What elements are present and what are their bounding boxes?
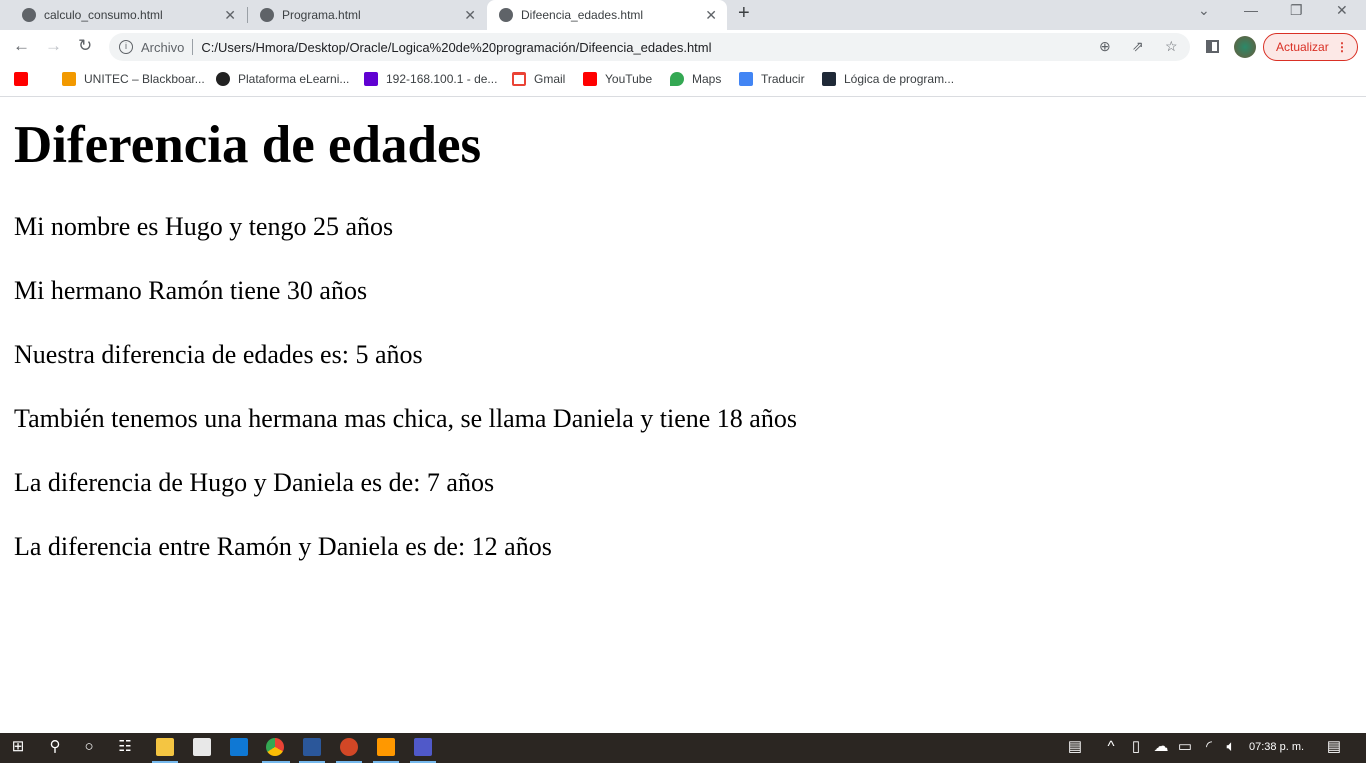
tab-difeencia-edades[interactable]: Difeencia_edades.html ✕ <box>487 0 727 30</box>
bookmark-label: 192-168.100.1 - de... <box>386 72 498 86</box>
close-tab-icon[interactable]: ✕ <box>705 7 717 24</box>
bookmark-router[interactable]: 192-168.100.1 - de... <box>364 72 497 86</box>
pencil-icon <box>62 72 76 86</box>
battery-icon[interactable]: ▭ <box>1176 738 1194 756</box>
bookmark-gmail[interactable]: Gmail <box>512 72 565 86</box>
tab-title: Difeencia_edades.html <box>521 8 644 22</box>
paragraph: Mi hermano Ramón tiene 30 años <box>14 276 368 305</box>
volume-icon[interactable]: 🔈︎ <box>1222 738 1240 756</box>
bookmark-label: Traducir <box>761 72 805 86</box>
cortana-icon[interactable]: ○ <box>80 738 98 756</box>
windows-start-icon[interactable]: ⊞ <box>9 738 27 756</box>
minimize-button[interactable]: — <box>1244 2 1258 18</box>
store-icon[interactable] <box>193 738 211 756</box>
chevron-up-icon[interactable]: ^ <box>1102 738 1120 756</box>
paragraph: Nuestra diferencia de edades es: 5 años <box>14 340 423 369</box>
divider <box>192 39 194 55</box>
globe-icon <box>216 72 230 86</box>
globe-icon <box>499 8 513 22</box>
reload-button[interactable]: ↻ <box>78 36 92 56</box>
notifications-icon[interactable]: ▤ <box>1325 738 1343 756</box>
close-window-button[interactable]: ✕ <box>1336 2 1348 19</box>
youtube-icon <box>14 72 28 86</box>
bookmark-label: Gmail <box>534 72 566 86</box>
close-tab-icon[interactable]: ✕ <box>224 7 236 24</box>
globe-icon <box>260 8 274 22</box>
gmail-icon <box>512 72 526 86</box>
news-widget-icon[interactable]: ▤ <box>1064 738 1086 756</box>
bookmark-icon <box>822 72 836 86</box>
share-icon[interactable]: ⇗ <box>1132 38 1144 55</box>
bookmark-youtube-icon-only[interactable] <box>14 72 28 86</box>
maps-icon <box>670 72 684 86</box>
bookmark-label: Maps <box>692 72 722 86</box>
bookmark-plataforma[interactable]: Plataforma eLearni... <box>216 72 349 86</box>
tab-strip: calculo_consumo.html ✕ Programa.html ✕ D… <box>0 0 1366 30</box>
bookmarks-bar: UNITEC – Blackboar... Plataforma eLearni… <box>0 64 1366 97</box>
tab-calculo-consumo[interactable]: calculo_consumo.html ✕ <box>8 0 246 30</box>
sublime-text-icon[interactable] <box>377 738 395 756</box>
meet-now-icon[interactable]: ▯ <box>1127 738 1145 756</box>
clock[interactable]: 07:38 p. m. <box>1249 741 1304 753</box>
forward-button[interactable]: → <box>45 36 62 56</box>
bookmark-label: Plataforma eLearni... <box>238 72 350 86</box>
bookmark-logica[interactable]: Lógica de program... <box>822 72 954 86</box>
update-button[interactable]: Actualizar ⋮ <box>1263 33 1358 61</box>
page-title: Diferencia de edades <box>14 116 482 174</box>
mail-icon[interactable] <box>230 738 248 756</box>
side-panel-icon[interactable] <box>1206 40 1219 53</box>
youtube-icon <box>583 72 597 86</box>
zoom-icon[interactable]: ⊕ <box>1099 38 1111 55</box>
info-icon[interactable]: i <box>119 40 133 54</box>
paragraph: Mi nombre es Hugo y tengo 25 años <box>14 212 394 241</box>
yahoo-icon <box>364 72 378 86</box>
paragraph: La diferencia de Hugo y Daniela es de: 7… <box>14 468 495 497</box>
new-tab-button[interactable]: + <box>738 2 750 25</box>
scheme-label: Archivo <box>141 39 185 55</box>
windows-taskbar: ⊞ ⚲ ○ ☷ ▤ ^ ▯ ☁ ▭ ◜ 🔈︎ 07:38 p. m. ▤ <box>0 733 1366 763</box>
translate-icon <box>739 72 753 86</box>
restore-button[interactable]: ❐ <box>1290 2 1303 19</box>
back-button[interactable]: ← <box>13 36 30 56</box>
tab-search-chevron-icon[interactable]: ⌄ <box>1198 2 1210 19</box>
bookmark-maps[interactable]: Maps <box>670 72 721 86</box>
tab-title: Programa.html <box>282 8 361 22</box>
update-label: Actualizar <box>1276 40 1329 54</box>
chrome-icon[interactable] <box>266 738 284 756</box>
tab-programa[interactable]: Programa.html ✕ <box>248 0 486 30</box>
word-icon[interactable] <box>303 738 321 756</box>
bookmark-unitec[interactable]: UNITEC – Blackboar... <box>62 72 205 86</box>
task-view-icon[interactable]: ☷ <box>116 738 134 756</box>
onedrive-icon[interactable]: ☁ <box>1152 738 1170 756</box>
paragraph: También tenemos una hermana mas chica, s… <box>14 404 797 433</box>
bookmark-label: YouTube <box>605 72 653 86</box>
bookmark-traducir[interactable]: Traducir <box>739 72 805 86</box>
search-icon[interactable]: ⚲ <box>46 738 64 756</box>
paragraph: La diferencia entre Ramón y Daniela es d… <box>14 532 552 561</box>
close-tab-icon[interactable]: ✕ <box>464 7 476 24</box>
bookmark-youtube[interactable]: YouTube <box>583 72 652 86</box>
menu-dots-icon[interactable]: ⋮ <box>1336 40 1348 54</box>
bookmark-label: Lógica de program... <box>844 72 955 86</box>
browser-toolbar: ← → ↻ i Archivo C:/Users/Hmora/Desktop/O… <box>0 30 1366 64</box>
globe-icon <box>22 8 36 22</box>
url-text[interactable]: C:/Users/Hmora/Desktop/Oracle/Logica%20d… <box>201 40 711 55</box>
tab-title: calculo_consumo.html <box>44 8 163 22</box>
powerpoint-icon[interactable] <box>340 738 358 756</box>
file-explorer-icon[interactable] <box>156 738 174 756</box>
bookmark-label: UNITEC – Blackboar... <box>84 72 205 86</box>
profile-avatar[interactable] <box>1234 36 1256 58</box>
address-bar[interactable]: i Archivo C:/Users/Hmora/Desktop/Oracle/… <box>109 33 1190 61</box>
page-content: Diferencia de edades Mi nombre es Hugo y… <box>14 98 797 562</box>
star-icon[interactable]: ☆ <box>1165 38 1178 55</box>
wifi-icon[interactable]: ◜ <box>1200 738 1218 756</box>
teams-icon[interactable] <box>414 738 432 756</box>
